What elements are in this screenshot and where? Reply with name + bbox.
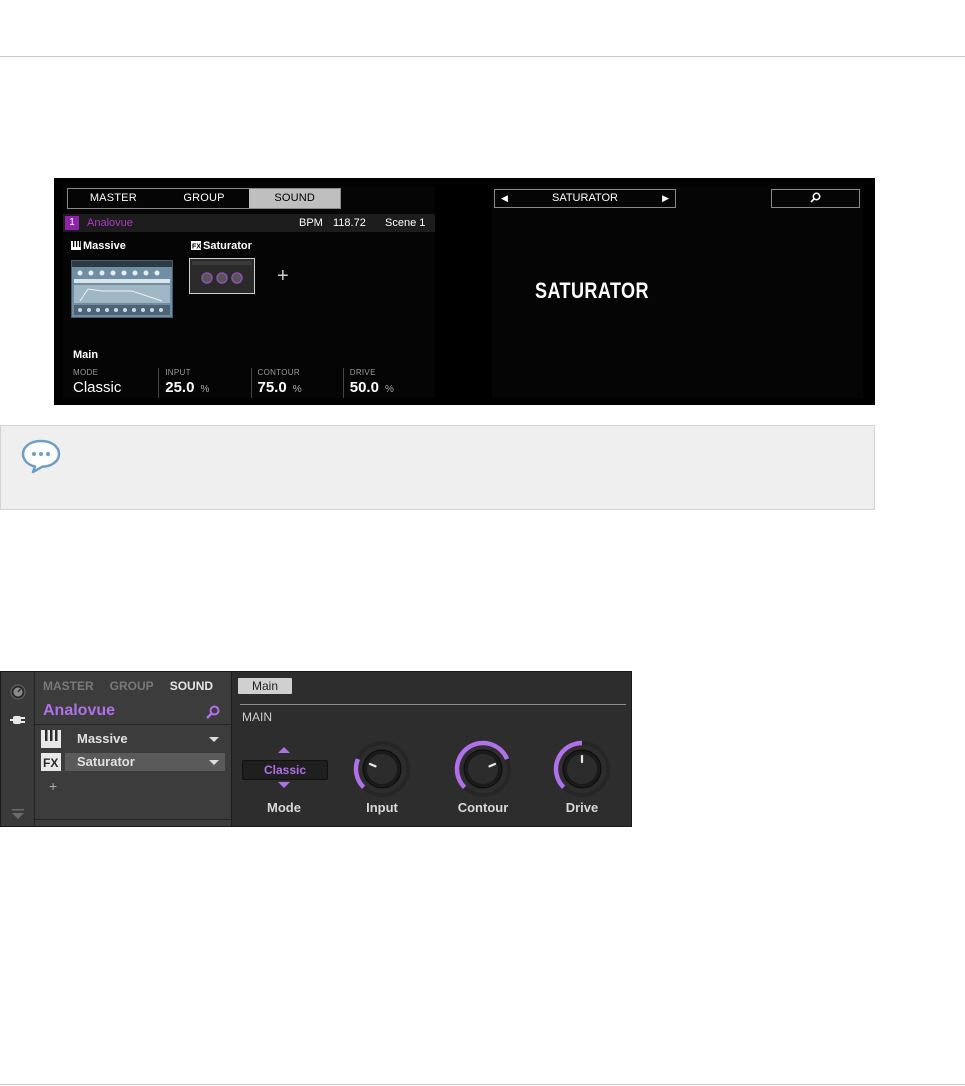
sw-tab-sound[interactable]: SOUND [170, 679, 213, 693]
sw-contour-knob[interactable] [454, 740, 512, 798]
hw-tab-bar: MASTER GROUP SOUND [67, 188, 341, 209]
collapse-arrow-icon[interactable] [10, 806, 26, 822]
saturator-gui-thumbnail [192, 261, 252, 284]
sw-page-tab-main[interactable]: Main [238, 678, 292, 694]
hw-param-drive-value-wrap: 50.0% [350, 379, 435, 396]
sw-slot-massive-label: Massive [77, 731, 128, 746]
hw-tab-group[interactable]: GROUP [159, 189, 250, 208]
sw-slots-divider [35, 724, 231, 725]
hw-param-contour-value: 75.0 [257, 379, 287, 396]
hw-bpm-label: BPM [299, 217, 323, 229]
note-icon-column [1, 426, 75, 509]
sw-slot-saturator-label: Saturator [77, 754, 135, 769]
hw-page-label: Main [73, 349, 99, 361]
sw-contour-label: Contour [457, 800, 509, 815]
hw-param-mode-label: MODE [73, 368, 99, 377]
sw-slot-saturator-name[interactable]: Saturator [65, 753, 225, 771]
software-plugin-panel: MASTER GROUP SOUND Analovue Massive FX Sat… [0, 671, 632, 827]
hw-massive-thumbnail[interactable] [71, 260, 173, 318]
hw-plugin-saturator: FX Saturator [191, 240, 252, 252]
hw-plugin-massive: Massive [71, 240, 126, 252]
hw-plugin-massive-label: Massive [83, 240, 126, 252]
hw-param-drive[interactable]: DRIVE 50.0% [342, 368, 435, 398]
hw-param-input-value-wrap: 25.0% [165, 379, 250, 396]
hw-browser-title: SATURATOR [551, 192, 618, 204]
knob-cap [367, 754, 397, 784]
bottom-rule [0, 1084, 965, 1085]
piano-keys-icon [71, 241, 81, 250]
sw-bottom-divider [35, 819, 231, 820]
mode-down-arrow-icon[interactable] [278, 782, 290, 788]
sw-input-label: Input [366, 800, 398, 815]
hw-scene-label: Scene 1 [385, 217, 426, 229]
sw-sound-panel: MASTER GROUP SOUND Analovue Massive FX Sat… [35, 672, 232, 826]
hw-param-input-unit: % [200, 384, 210, 395]
hw-saturator-thumbnail[interactable] [189, 258, 255, 294]
top-rule [0, 56, 965, 57]
chevron-down-icon[interactable] [209, 760, 219, 765]
sw-sidebar [1, 672, 35, 826]
hw-sound-name: Analovue [87, 217, 133, 229]
sw-drive-label: Drive [565, 800, 599, 815]
sw-slot-saturator[interactable]: FX Saturator [41, 753, 227, 771]
hw-browser-selector: ◀ SATURATOR ▶ [494, 189, 676, 208]
hw-param-drive-unit: % [384, 384, 394, 395]
sw-input-knob[interactable] [353, 740, 411, 798]
hw-param-contour-unit: % [292, 384, 302, 395]
search-icon [810, 192, 821, 203]
hw-param-drive-value: 50.0 [349, 379, 379, 396]
mode-up-arrow-icon[interactable] [278, 747, 290, 753]
sw-drive-knob[interactable] [553, 740, 611, 798]
hw-search-button[interactable] [771, 189, 860, 208]
sw-tab-master[interactable]: MASTER [43, 679, 94, 693]
hw-tab-master[interactable]: MASTER [68, 189, 159, 208]
right-arrow-icon[interactable]: ▶ [662, 190, 669, 207]
sw-slot-massive[interactable]: Massive [41, 730, 227, 748]
knob-icon[interactable] [10, 684, 26, 700]
knob-value-arc [353, 758, 366, 789]
chevron-down-icon[interactable] [209, 737, 219, 742]
piano-keys-icon [41, 730, 61, 748]
hw-param-contour-label: CONTOUR [257, 368, 300, 377]
sw-mode-label: Mode [267, 800, 301, 815]
sw-parameter-area: Main MAIN Classic Mode Input Contour Dri… [232, 672, 631, 826]
sw-slot-massive-name[interactable]: Massive [65, 730, 225, 748]
hw-parameter-row: MODE Classic INPUT 25.0% CONTOUR 75.0% D… [71, 368, 435, 398]
hw-left-display: MASTER GROUP SOUND 1 Analovue BPM 118.72… [63, 186, 435, 398]
fx-icon: FX [41, 753, 61, 771]
hw-param-input-label: INPUT [165, 368, 191, 377]
hw-info-bar: 1 Analovue BPM 118.72 Scene 1 [63, 214, 435, 232]
hw-param-mode[interactable]: MODE Classic [71, 368, 158, 398]
hw-param-mode-value: Classic [73, 379, 122, 396]
plug-icon[interactable] [10, 712, 26, 728]
speech-bubble-icon [21, 439, 61, 474]
hw-plugin-saturator-label: Saturator [203, 240, 252, 252]
hw-slot-number: 1 [65, 216, 79, 230]
sw-section-label: MAIN [242, 710, 272, 724]
sw-tab-bar: MASTER GROUP SOUND [43, 679, 229, 693]
sw-add-plugin-button[interactable]: + [49, 778, 57, 794]
hw-plugin-big-title: SATURATOR [535, 278, 649, 303]
hw-right-display: ◀ SATURATOR ▶ SATURATOR [492, 186, 863, 398]
sw-mode-selector[interactable]: Classic [242, 760, 328, 780]
svg-text:FX: FX [192, 244, 201, 251]
knob-cap [468, 754, 498, 784]
hw-add-plugin-button[interactable]: + [277, 266, 289, 286]
hw-param-contour[interactable]: CONTOUR 75.0% [250, 368, 343, 398]
hw-bpm-value: 118.72 [333, 217, 366, 229]
sw-sound-name: Analovue [43, 702, 116, 719]
hw-param-contour-value-wrap: 75.0% [258, 379, 343, 396]
hw-tab-sound[interactable]: SOUND [249, 189, 341, 208]
massive-gui-thumbnail [72, 261, 172, 315]
hw-param-drive-label: DRIVE [349, 368, 376, 377]
fx-icon: FX [191, 241, 201, 251]
hw-param-input[interactable]: INPUT 25.0% [158, 368, 250, 398]
hardware-display: MASTER GROUP SOUND 1 Analovue BPM 118.72… [54, 178, 875, 405]
svg-text:FX: FX [43, 756, 58, 770]
sw-page-divider [240, 704, 626, 705]
note-box [0, 425, 875, 510]
sw-tab-group[interactable]: GROUP [110, 679, 154, 693]
search-icon[interactable] [205, 704, 221, 720]
hw-param-input-value: 25.0 [165, 379, 195, 396]
